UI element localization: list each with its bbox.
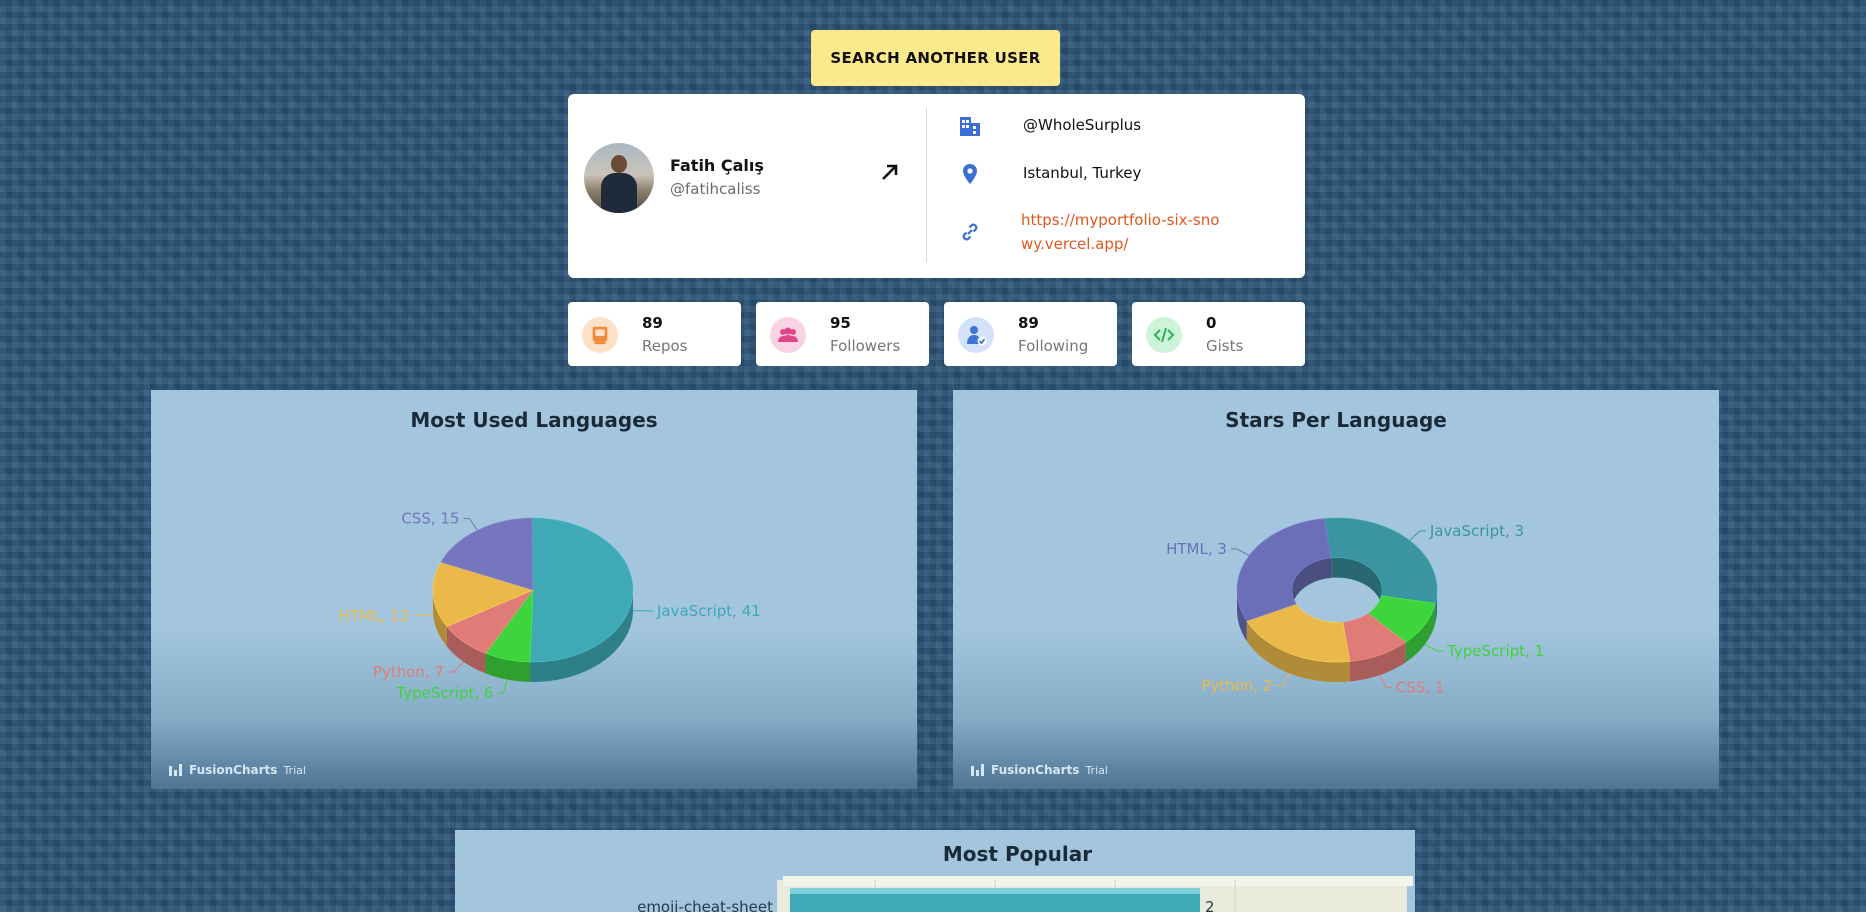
pie-label: JavaScript, 3 [1429,522,1524,540]
stat-value: 0 [1206,314,1217,332]
bar-top-face [790,888,1200,894]
credit-text: FusionCharts [991,763,1080,777]
pie-label: TypeScript, 6 [395,684,493,702]
pie-label-line [1230,548,1250,556]
user-check-icon [958,317,994,353]
fusioncharts-credit: FusionCharts Trial [971,763,1108,777]
pie-label: HTML, 12 [339,607,409,625]
pie-label: JavaScript, 41 [656,602,761,620]
pie-tops [1236,517,1438,663]
user-name: Fatih Çalış [670,156,764,175]
stat-value: 89 [642,314,663,332]
link-icon [962,223,978,241]
user-blog-link[interactable]: https://myportfolio-six-snowy.vercel.app… [1021,208,1221,256]
profile-divider [926,108,927,262]
stat-label: Following [1018,337,1089,355]
user-location: Istanbul, Turkey [1023,164,1142,182]
credit-text: FusionCharts [189,763,278,777]
user-login: @fatihcaliss [670,180,761,198]
stat-label: Gists [1206,337,1244,355]
stat-card-followers: 95 Followers [756,302,929,366]
fusioncharts-logo-icon [169,764,182,776]
stat-value: 95 [830,314,851,332]
building-icon [960,117,980,136]
bar-value-label: 2 [1205,898,1215,912]
bar-category-label: emoji-cheat-sheet [637,898,773,912]
pie-label: Python, 7 [373,663,444,681]
location-pin-icon [963,164,977,184]
pie-label: TypeScript, 1 [1446,642,1544,660]
pie-label-line [447,661,464,673]
pie-label-line [1276,672,1290,687]
pie-label-line [463,518,478,531]
pie-label: CSS, 15 [401,510,459,528]
stat-value: 89 [1018,314,1039,332]
pie-label: CSS, 1 [1396,679,1445,697]
external-link-arrow-icon[interactable] [878,160,902,184]
most-used-languages-chart: Most Used Languages JavaScript, 41 TypeSc… [151,390,917,789]
stat-label: Followers [830,337,901,355]
stat-card-following: 89 Following [944,302,1117,366]
pie-label-line [497,679,508,694]
most-popular-bar-chart: emoji-cheat-sheet 2 [637,876,1413,912]
pie-label-line [413,614,434,617]
stars-doughnut-chart: JavaScript, 3 TypeScript, 1 CSS, 1 Python, … [1166,517,1544,697]
stat-card-gists: 0 Gists [1132,302,1305,366]
stat-card-repos: 89 Repos [568,302,741,366]
most-popular-chart: Most Popular emoji-cheat-sheet 2 [455,830,1415,912]
pie-label-line [1409,530,1426,541]
languages-pie-chart: JavaScript, 41 TypeScript, 6 Python, 7 HTML… [339,510,761,702]
pie-label-line [1424,644,1444,652]
search-another-user-button[interactable]: SEARCH ANOTHER USER [811,30,1060,86]
pie-tops [432,517,634,663]
credit-trial: Trial [1085,763,1108,777]
user-company: @WholeSurplus [1023,116,1142,134]
profile-card: Fatih Çalış @fatihcaliss @WholeSurplus I… [568,94,1305,278]
bar-emoji-cheat-sheet[interactable] [790,894,1200,912]
credit-trial: Trial [283,763,306,777]
pie-label: Python, 2 [1201,677,1272,695]
book-icon [582,317,618,353]
people-icon [770,317,806,353]
fusioncharts-credit: FusionCharts Trial [169,763,306,777]
stars-per-language-chart: Stars Per Language JavaScript, 3 TypeScri… [953,390,1719,789]
pie-label: HTML, 3 [1166,540,1227,558]
code-icon [1146,317,1182,353]
fusioncharts-logo-icon [971,764,984,776]
stat-label: Repos [642,337,688,355]
pie-label-line [1379,674,1392,689]
avatar [584,143,654,213]
bar-plot-top [783,876,1413,886]
